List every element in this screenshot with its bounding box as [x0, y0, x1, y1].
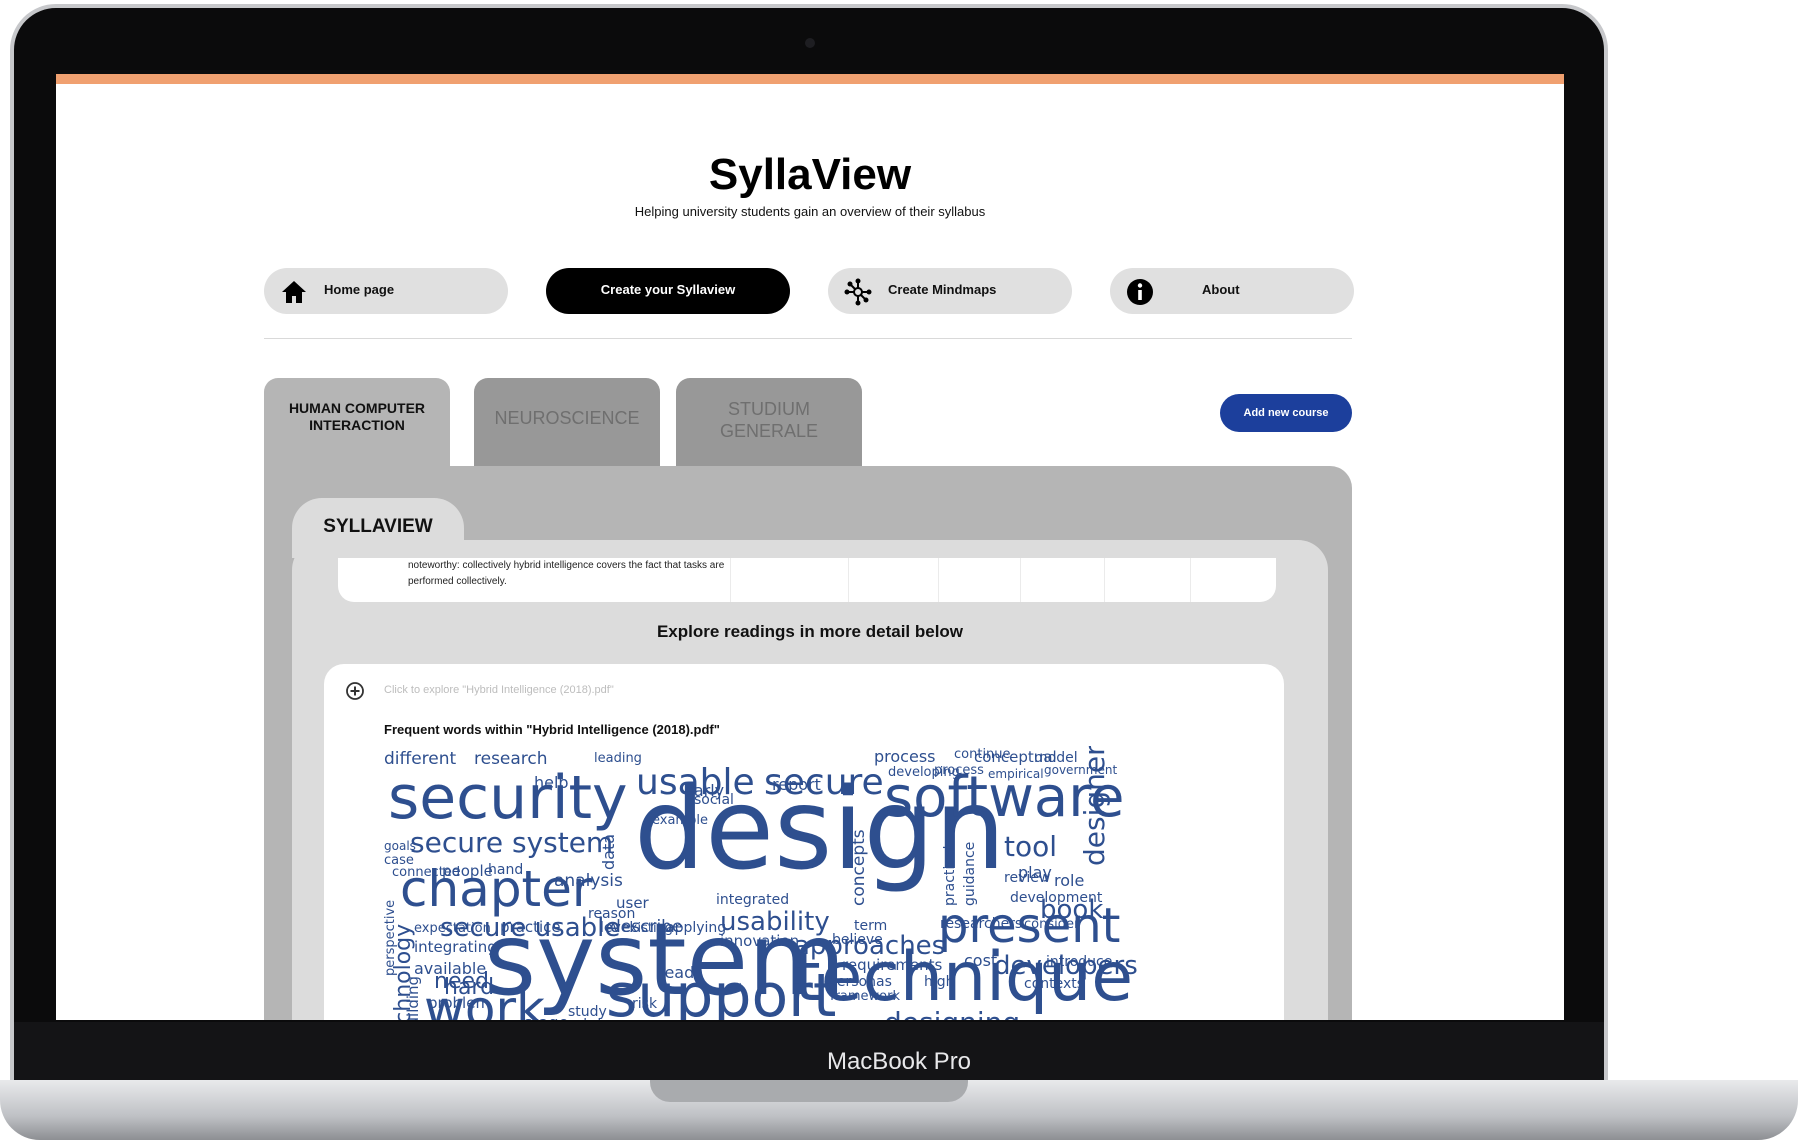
reading-card: Click to explore "Hybrid Intelligence (2…: [324, 664, 1284, 1020]
cloud-word: expectation: [414, 921, 491, 936]
cloud-word: tool: [1004, 830, 1057, 863]
app-subtitle: Helping university students gain an over…: [634, 204, 986, 219]
cloud-word: social: [694, 792, 734, 808]
cloud-word: personas: [828, 974, 892, 990]
device-label: MacBook Pro: [826, 1048, 972, 1075]
expand-plus-icon[interactable]: [346, 682, 364, 700]
frequent-words-title: Frequent words within "Hybrid Intelligen…: [384, 722, 720, 737]
create-mindmaps-label: Create Mindmaps: [888, 282, 997, 297]
cloud-word: play: [1018, 863, 1052, 882]
cloud-word: report: [772, 775, 821, 794]
cloud-word: role: [1054, 871, 1084, 890]
excerpt-text: noteworthy: collectively hybrid intellig…: [408, 558, 728, 590]
summary-excerpt: noteworthy: collectively hybrid intellig…: [338, 558, 1276, 602]
cloud-word: cost: [964, 951, 997, 970]
cloud-word: empirical: [988, 767, 1044, 781]
home-page-label: Home page: [324, 282, 395, 297]
cloud-word: leading: [594, 751, 642, 766]
cloud-word: goals: [384, 839, 416, 853]
table-divider: [1190, 558, 1191, 602]
cloud-word: study: [568, 1004, 607, 1020]
cloud-word: process: [874, 747, 935, 766]
screen: SyllaView Helping university students ga…: [56, 74, 1564, 1020]
cloud-word: perspective: [384, 900, 398, 976]
table-divider: [730, 558, 731, 602]
home-page-button[interactable]: Home page: [264, 268, 508, 314]
cloud-word: government: [1044, 763, 1117, 777]
cloud-word: lead: [660, 963, 694, 982]
cloud-word: guidance: [962, 842, 978, 906]
cloud-word: practice: [500, 918, 561, 936]
cloud-word: different: [384, 749, 457, 769]
cloud-word: secure system: [410, 826, 613, 859]
cloud-word: help: [534, 773, 569, 792]
cloud-word: applying: [666, 920, 726, 936]
syllaview-content: noteworthy: collectively hybrid intellig…: [292, 540, 1328, 1020]
cloud-word: hand: [488, 862, 523, 878]
cloud-word: believe: [832, 932, 883, 948]
cloud-word: requirements: [842, 956, 943, 974]
cloud-word: stage: [524, 1013, 568, 1020]
cloud-word: developing: [888, 765, 960, 780]
create-mindmaps-button[interactable]: Create Mindmaps: [828, 268, 1072, 314]
excerpt-line: performed collectively.: [408, 576, 507, 587]
add-course-button[interactable]: Add new course: [1220, 394, 1352, 432]
cloud-word: designing: [884, 1006, 1020, 1020]
tab-studium-generale[interactable]: STUDIUM GENERALE: [676, 378, 862, 470]
cloud-word: framework: [830, 989, 900, 1004]
network-icon: [844, 278, 872, 306]
create-syllaview-label: Create your Syllaview: [600, 282, 736, 297]
cloud-word: problem: [428, 994, 490, 1012]
cloud-word: building: [404, 976, 422, 1020]
explore-reading-link[interactable]: Click to explore "Hybrid Intelligence (2…: [384, 684, 614, 696]
cloud-word: research: [474, 749, 548, 769]
tab-label: HUMAN COMPUTER INTERACTION: [288, 400, 426, 433]
cloud-word: term: [854, 918, 887, 934]
table-divider: [1104, 558, 1105, 602]
cloud-word: risk: [632, 996, 658, 1012]
laptop-notch: [650, 1080, 968, 1102]
tab-label: STUDIUM GENERALE: [719, 399, 819, 441]
table-divider: [848, 558, 849, 602]
cloud-word: concepts: [849, 829, 869, 906]
app-title: SyllaView: [708, 150, 912, 199]
cloud-word: analysis: [554, 871, 623, 891]
about-label: About: [1202, 282, 1240, 297]
accent-bar: [56, 74, 1564, 84]
course-panel: SYLLAVIEW noteworthy: collectively hybri…: [264, 466, 1352, 1020]
cloud-word: development: [1010, 890, 1103, 906]
explore-heading: Explore readings in more detail below: [656, 622, 964, 641]
cloud-word: researchers: [940, 916, 1022, 932]
cloud-word: activities: [722, 1019, 839, 1020]
excerpt-line: noteworthy: collectively hybrid intellig…: [408, 560, 725, 571]
word-cloud: designsystemsecurity softwaretechniquesup…: [384, 746, 1138, 1020]
cloud-word: case: [384, 853, 414, 868]
info-icon: [1127, 279, 1153, 305]
tab-neuroscience[interactable]: NEUROSCIENCE: [474, 378, 660, 470]
tab-label: NEUROSCIENCE: [494, 408, 640, 428]
cloud-word: contexts: [1024, 976, 1084, 992]
cloud-word: data: [599, 834, 618, 870]
cloud-word: introduce: [1046, 954, 1112, 970]
tab-human-computer-interaction[interactable]: HUMAN COMPUTER INTERACTION: [264, 378, 450, 470]
cloud-word: consider: [1024, 917, 1080, 932]
webcam: [805, 38, 815, 48]
home-icon: [282, 281, 306, 303]
cloud-word: continue: [954, 747, 1011, 762]
cloud-word: example: [652, 813, 708, 828]
cloud-word: existing: [622, 921, 673, 936]
about-button[interactable]: About: [1110, 268, 1354, 314]
cloud-word: security: [388, 763, 628, 833]
create-syllaview-button[interactable]: Create your Syllaview: [546, 268, 790, 314]
table-divider: [938, 558, 939, 602]
cloud-word: integrated: [716, 892, 789, 908]
cloud-word: innovation: [720, 932, 799, 950]
cloud-word: integrating: [414, 938, 497, 956]
table-divider: [1020, 558, 1021, 602]
cloud-word: high: [924, 974, 955, 990]
divider: [264, 338, 1352, 339]
cloud-word: practical: [942, 846, 958, 906]
